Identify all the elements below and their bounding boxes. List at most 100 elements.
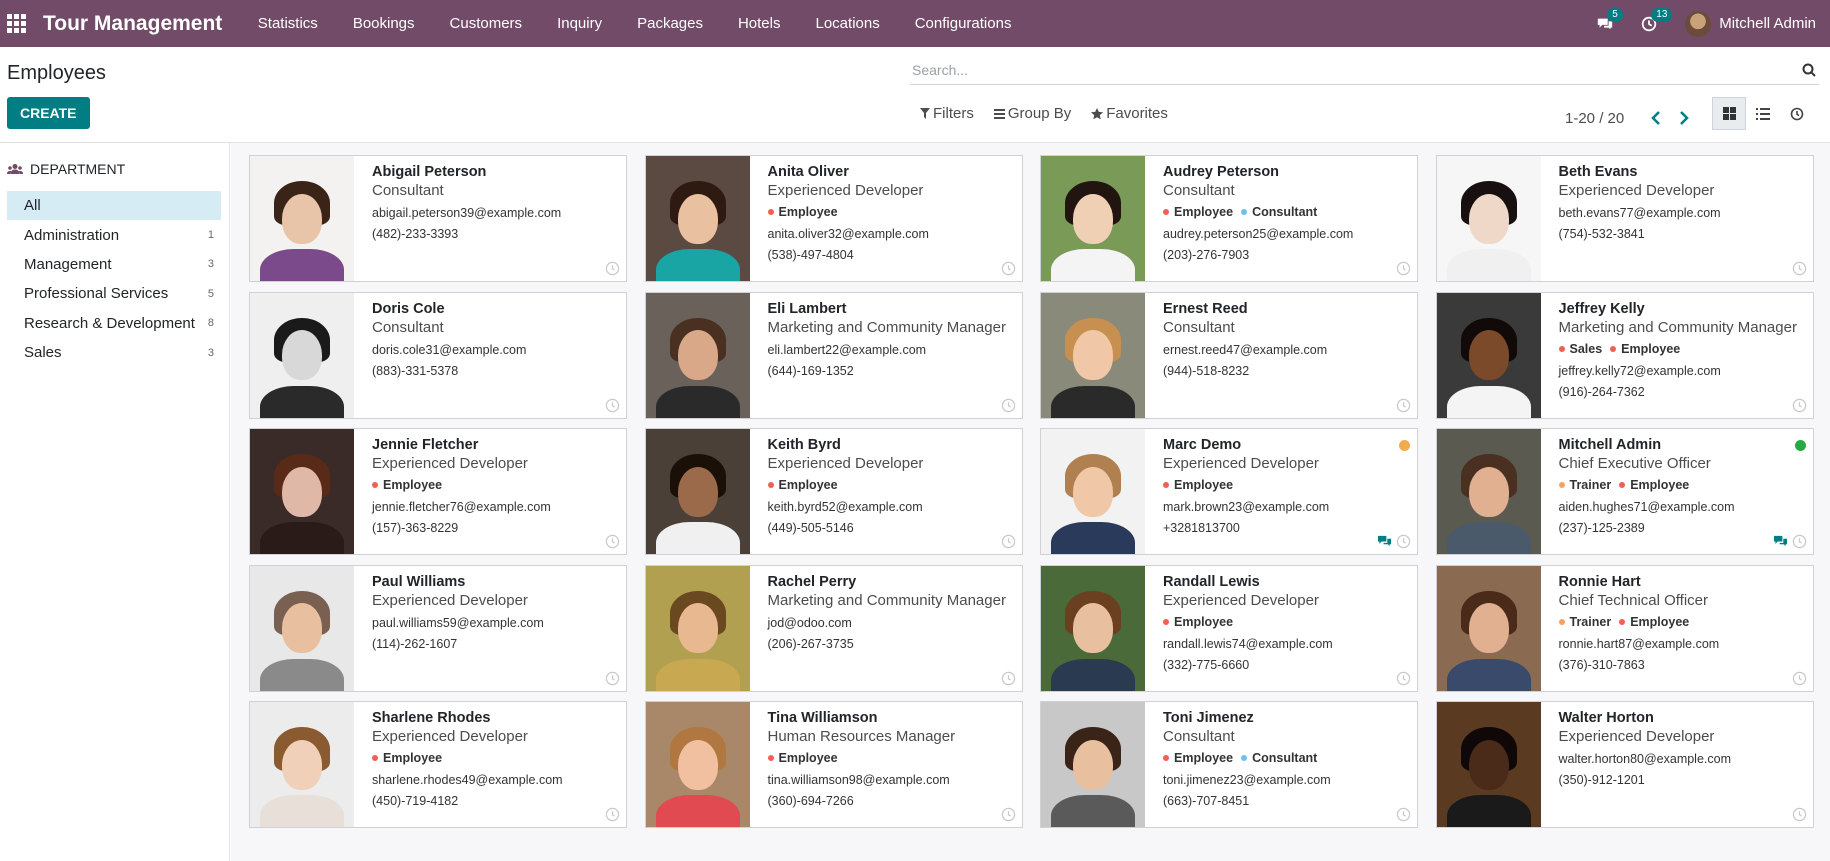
search-icon[interactable] (1799, 60, 1819, 80)
create-button[interactable]: CREATE (7, 97, 90, 129)
pager-value[interactable]: 1-20 / 20 (1565, 110, 1624, 127)
tag: Consultant (1241, 203, 1317, 221)
sidebar-item-all[interactable]: All (7, 191, 221, 221)
tag: Employee (1619, 476, 1689, 494)
sidebar-item-professional-services[interactable]: Professional Services 5 (7, 279, 221, 308)
employee-job-title: Experienced Developer (372, 728, 528, 745)
activity-clock-icon[interactable] (1001, 398, 1016, 413)
activity-clock-icon[interactable] (1792, 261, 1807, 276)
pager-next-button[interactable] (1670, 105, 1698, 131)
menu-inquiry[interactable]: Inquiry (540, 0, 620, 47)
employee-card[interactable]: Sharlene Rhodes Experienced Developer Empl… (249, 701, 627, 828)
list-icon (1756, 107, 1770, 120)
activity-clock-icon[interactable] (605, 534, 620, 549)
employee-email: abigail.peterson39@example.com (372, 206, 562, 220)
employee-phone: (538)-497-4804 (767, 248, 854, 262)
pager-previous-button[interactable] (1642, 105, 1670, 131)
activity-clock-icon[interactable] (1001, 261, 1016, 276)
department-list: All Administration 1 Management 3 Professiona… (7, 191, 221, 367)
employee-card[interactable]: Jennie Fletcher Experienced Developer Empl… (249, 428, 627, 555)
employee-card[interactable]: Abigail Peterson Consultant abigail.peters… (249, 155, 627, 282)
sidebar-item-label: Sales (24, 344, 62, 362)
menu-statistics[interactable]: Statistics (240, 0, 335, 47)
activity-clock-icon[interactable] (605, 671, 620, 686)
card-body: Keith Byrd Experienced Developer Employee k… (750, 429, 1022, 554)
search-input[interactable] (910, 61, 1799, 78)
favorites-button[interactable]: Favorites (1091, 105, 1168, 122)
activity-clock-icon[interactable] (1396, 671, 1411, 686)
app-title[interactable]: Tour Management (43, 12, 222, 36)
employee-card[interactable]: Doris Cole Consultant doris.cole31@example… (249, 291, 627, 419)
activity-clock-icon[interactable] (1001, 671, 1016, 686)
activity-clock-icon[interactable] (605, 398, 620, 413)
tag-dot (1163, 755, 1169, 761)
star-icon (1091, 107, 1104, 119)
employee-card[interactable]: Randall Lewis Experienced Developer Employ… (1040, 564, 1418, 692)
activity-clock-icon[interactable] (1396, 261, 1411, 276)
employee-card[interactable]: Jeffrey Kelly Marketing and Community Man… (1435, 291, 1814, 419)
chat-icon[interactable] (1377, 535, 1392, 548)
menu-configurations[interactable]: Configurations (897, 0, 1029, 47)
employee-name: Keith Byrd (767, 437, 841, 453)
tag-list: Employee Consultant (1163, 749, 1417, 767)
employee-card[interactable]: Anita Oliver Experienced Developer Employe… (644, 155, 1023, 282)
filters-button[interactable]: Filters (920, 105, 974, 122)
menu-hotels[interactable]: Hotels (720, 0, 798, 47)
messages-badge: 5 (1607, 8, 1623, 22)
activity-clock-icon[interactable] (605, 807, 620, 822)
activity-clock-icon[interactable] (1792, 534, 1807, 549)
employee-email: sharlene.rhodes49@example.com (372, 773, 563, 787)
employee-phone: (114)-262-1607 (372, 636, 458, 651)
activity-clock-icon[interactable] (1792, 671, 1807, 686)
kanban-view-button[interactable] (1712, 97, 1746, 130)
menu-customers[interactable]: Customers (432, 0, 540, 47)
employee-card[interactable]: Keith Byrd Experienced Developer Employee k… (644, 428, 1023, 555)
activity-clock-icon[interactable] (1396, 398, 1411, 413)
clock-icon (1790, 107, 1804, 120)
employee-photo (1436, 429, 1541, 554)
sidebar-item-research-development[interactable]: Research & Development 8 (7, 309, 221, 338)
activity-clock-icon[interactable] (605, 261, 620, 276)
menu-packages[interactable]: Packages (620, 0, 721, 47)
employee-card[interactable]: Walter Horton Experienced Developer walter… (1435, 701, 1814, 828)
card-body: Randall Lewis Experienced Developer Employ… (1145, 566, 1417, 691)
group-by-button[interactable]: Group By (993, 105, 1071, 122)
sidebar-item-management[interactable]: Management 3 (7, 250, 221, 279)
sidebar-item-sales[interactable]: Sales 3 (7, 338, 221, 367)
chat-icon[interactable] (1773, 535, 1788, 548)
list-view-button[interactable] (1746, 97, 1780, 130)
card-body: Toni Jimenez Consultant Employee Consultant… (1145, 702, 1417, 827)
activity-clock-icon[interactable] (1792, 807, 1807, 822)
employee-card[interactable]: Rachel Perry Marketing and Community Mana… (644, 564, 1023, 692)
menu-bookings[interactable]: Bookings (335, 0, 432, 47)
messages-button[interactable]: 5 (1583, 0, 1627, 47)
sidebar-item-count: 3 (207, 258, 214, 271)
user-menu[interactable]: Mitchell Admin (1685, 0, 1816, 47)
activity-clock-icon[interactable] (1001, 807, 1016, 822)
activity-clock-icon[interactable] (1396, 807, 1411, 822)
tag-list: Employee (1163, 476, 1417, 494)
employee-card[interactable]: Paul Williams Experienced Developer paul.w… (249, 564, 627, 692)
employee-email: anita.oliver32@example.com (767, 227, 929, 241)
activity-view-button[interactable] (1780, 97, 1814, 130)
menu-locations[interactable]: Locations (798, 0, 897, 47)
employee-card[interactable]: Ronnie Hart Chief Technical Officer Traine… (1435, 564, 1814, 692)
employee-email: jod@odoo.com (767, 615, 852, 630)
employee-card[interactable]: Toni Jimenez Consultant Employee Consultant… (1040, 701, 1418, 828)
employee-card[interactable]: Ernest Reed Consultant ernest.reed47@examp… (1040, 291, 1418, 419)
employee-card[interactable]: Marc Demo Experienced Developer Employee ma… (1040, 428, 1418, 555)
sidebar-item-administration[interactable]: Administration 1 (7, 220, 221, 249)
activity-clock-icon[interactable] (1001, 534, 1016, 549)
employee-name: Ernest Reed (1163, 300, 1248, 317)
employee-card[interactable]: Beth Evans Experienced Developer beth.evan… (1435, 155, 1814, 282)
apps-menu-icon[interactable] (0, 0, 32, 47)
activities-button[interactable]: 13 (1627, 0, 1673, 47)
employee-card[interactable]: Eli Lambert Marketing and Community Manag… (644, 291, 1023, 419)
employee-card[interactable]: Mitchell Admin Chief Executive Officer Tra… (1435, 428, 1814, 555)
employee-email: tina.williamson98@example.com (767, 773, 950, 787)
activity-clock-icon[interactable] (1396, 534, 1411, 549)
activity-clock-icon[interactable] (1792, 398, 1807, 413)
employee-card[interactable]: Audrey Peterson Consultant Employee Consult… (1040, 155, 1418, 282)
card-body: Jennie Fletcher Experienced Developer Empl… (354, 429, 626, 554)
employee-card[interactable]: Tina Williamson Human Resources Manager Em… (644, 701, 1023, 828)
